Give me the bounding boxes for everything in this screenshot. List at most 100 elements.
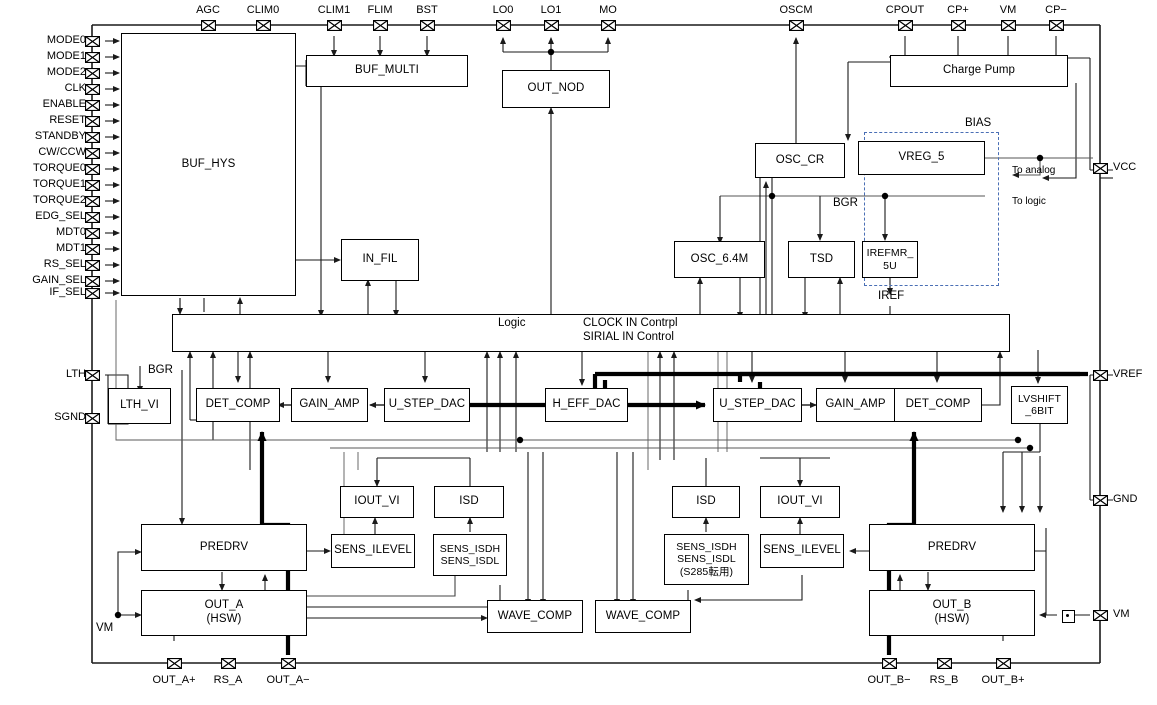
pin-pad-rs-sel[interactable] <box>84 259 100 271</box>
pin-label-top-bst: BST <box>416 4 438 16</box>
pin-pad-enable[interactable] <box>84 99 100 111</box>
pin-pad-mdt1[interactable] <box>84 243 100 255</box>
block-wave-comp-right[interactable]: WAVE_COMP <box>595 600 691 633</box>
pin-pad-oscm[interactable] <box>788 19 804 31</box>
block-label: SENS_ISDH SENS_ISDL <box>439 542 501 567</box>
block-in-fil[interactable]: IN_FIL <box>341 239 419 281</box>
block-label: SENS_ISDH SENS_ISDL (S285転用) <box>676 540 737 578</box>
pin-pad-edg-sel[interactable] <box>84 211 100 223</box>
pin-label-mdt1: MDT1 <box>56 242 86 254</box>
pin-pad-mo[interactable] <box>600 19 616 31</box>
pin-pad-lo0[interactable] <box>495 19 511 31</box>
block-osc-6p4m[interactable]: OSC_6.4M <box>674 241 765 278</box>
pin-pad-mdt0[interactable] <box>84 227 100 239</box>
pin-pad-agc[interactable] <box>200 19 216 31</box>
pin-pad-rs-b[interactable] <box>936 657 952 669</box>
block-label: H_EFF_DAC <box>552 398 621 411</box>
logic-line-1: CLOCK IN Contrpl <box>583 317 678 329</box>
block-det-comp-right[interactable]: DET_COMP <box>894 388 982 422</box>
block-label: OUT_NOD <box>527 82 585 95</box>
pin-pad-gain-sel[interactable] <box>84 275 100 287</box>
block-label: IN_FIL <box>362 253 398 266</box>
block-predrv-right[interactable]: PREDRV <box>869 524 1035 571</box>
pin-pad-standby[interactable] <box>84 131 100 143</box>
pin-pad-cw-ccw[interactable] <box>84 147 100 159</box>
block-wave-comp-left[interactable]: WAVE_COMP <box>487 600 583 633</box>
pin-pad-out-b-[interactable] <box>881 657 897 669</box>
pin-label-top-lo0: LO0 <box>492 4 514 16</box>
pin-pad-mode0[interactable] <box>84 35 100 47</box>
block-label: OSC_6.4M <box>690 252 749 265</box>
pin-pad-clim0[interactable] <box>255 19 271 31</box>
block-buf-hys[interactable]: BUF_HYS <box>121 33 296 296</box>
block-det-comp-left[interactable]: DET_COMP <box>196 388 280 422</box>
pin-label-gnd: GND <box>1113 493 1138 505</box>
block-predrv-left[interactable]: PREDRV <box>141 524 307 571</box>
pin-pad-mode1[interactable] <box>84 51 100 63</box>
block-label: BUF_MULTI <box>355 64 419 77</box>
pin-pad-lth[interactable] <box>84 369 100 381</box>
pin-pad-vm[interactable] <box>1092 609 1108 621</box>
block-lth-vi[interactable]: LTH_VI <box>108 388 171 424</box>
pin-pad-clim1[interactable] <box>326 19 342 31</box>
pin-pad-if-sel[interactable] <box>84 287 100 299</box>
block-sens-ilevel-left[interactable]: SENS_ILEVEL <box>331 534 415 568</box>
block-out-a[interactable]: OUT_A (HSW) <box>141 590 307 636</box>
pin-pad-vm[interactable] <box>1000 19 1016 31</box>
pin-pad-out-a-[interactable] <box>280 657 296 669</box>
pin-label-top-oscm: OSCM <box>779 4 813 16</box>
block-sens-isd-right[interactable]: SENS_ISDH SENS_ISDL (S285転用) <box>664 534 749 585</box>
block-isd-right[interactable]: ISD <box>672 486 740 518</box>
block-isd-left[interactable]: ISD <box>434 486 504 518</box>
pin-pad-clk[interactable] <box>84 83 100 95</box>
label-iref: IREF <box>878 290 905 302</box>
block-out-nod[interactable]: OUT_NOD <box>502 70 610 108</box>
pin-label-torque0: TORQUE0 <box>33 162 86 174</box>
block-label: GAIN_AMP <box>299 398 360 411</box>
pin-pad-cp-[interactable] <box>950 19 966 31</box>
pin-pad-flim[interactable] <box>372 19 388 31</box>
block-iout-vi-right[interactable]: IOUT_VI <box>760 486 840 518</box>
pin-pad-torque0[interactable] <box>84 163 100 175</box>
block-sens-ilevel-right[interactable]: SENS_ILEVEL <box>760 534 844 568</box>
pin-pad-out-a-[interactable] <box>166 657 182 669</box>
block-label: TSD <box>809 252 834 265</box>
pin-pad-cp-[interactable] <box>1048 19 1064 31</box>
pin-pad-gnd[interactable] <box>1092 494 1108 506</box>
pin-pad-sgnd[interactable] <box>84 412 100 424</box>
pin-label-torque2: TORQUE2 <box>33 194 86 206</box>
block-vreg-5[interactable]: VREG_5 <box>858 141 985 175</box>
pin-pad-reset[interactable] <box>84 115 100 127</box>
label-vm-left: VM <box>96 622 114 634</box>
block-h-eff-dac[interactable]: H_EFF_DAC <box>545 388 628 422</box>
pin-label-bottom-out-b-: OUT_B+ <box>981 674 1025 686</box>
block-irefmr-5u[interactable]: IREFMR_ 5U <box>862 241 918 278</box>
block-buf-multi[interactable]: BUF_MULTI <box>306 55 468 87</box>
pin-pad-cpout[interactable] <box>897 19 913 31</box>
block-lvshift-6bit[interactable]: LVSHIFT _6BIT <box>1011 386 1068 424</box>
block-label: PREDRV <box>199 540 249 553</box>
block-iout-vi-left[interactable]: IOUT_VI <box>340 486 414 518</box>
block-label: U_STEP_DAC <box>719 398 796 411</box>
block-gain-amp-right[interactable]: GAIN_AMP <box>816 388 895 422</box>
block-sens-isd-left[interactable]: SENS_ISDH SENS_ISDL <box>433 534 507 576</box>
block-osc-cr[interactable]: OSC_CR <box>755 143 845 178</box>
pin-pad-bst[interactable] <box>419 19 435 31</box>
block-label: U_STEP_DAC <box>388 398 466 411</box>
block-gain-amp-left[interactable]: GAIN_AMP <box>291 388 368 422</box>
pin-pad-mode2[interactable] <box>84 67 100 79</box>
pin-pad-torque2[interactable] <box>84 195 100 207</box>
pin-pad-out-b-[interactable] <box>995 657 1011 669</box>
block-u-step-dac-right[interactable]: U_STEP_DAC <box>713 388 802 422</box>
pin-pad-vcc[interactable] <box>1092 162 1108 174</box>
block-charge-pump[interactable]: Charge Pump <box>890 55 1068 87</box>
pin-pad-torque1[interactable] <box>84 179 100 191</box>
block-out-b[interactable]: OUT_B (HSW) <box>869 590 1035 636</box>
block-label: SENS_ILEVEL <box>763 544 841 557</box>
block-tsd[interactable]: TSD <box>788 241 855 278</box>
pin-pad-lo1[interactable] <box>543 19 559 31</box>
pin-label-top-agc: AGC <box>196 4 220 16</box>
pin-pad-vref[interactable] <box>1092 369 1108 381</box>
block-u-step-dac-left[interactable]: U_STEP_DAC <box>384 388 470 422</box>
pin-pad-rs-a[interactable] <box>220 657 236 669</box>
